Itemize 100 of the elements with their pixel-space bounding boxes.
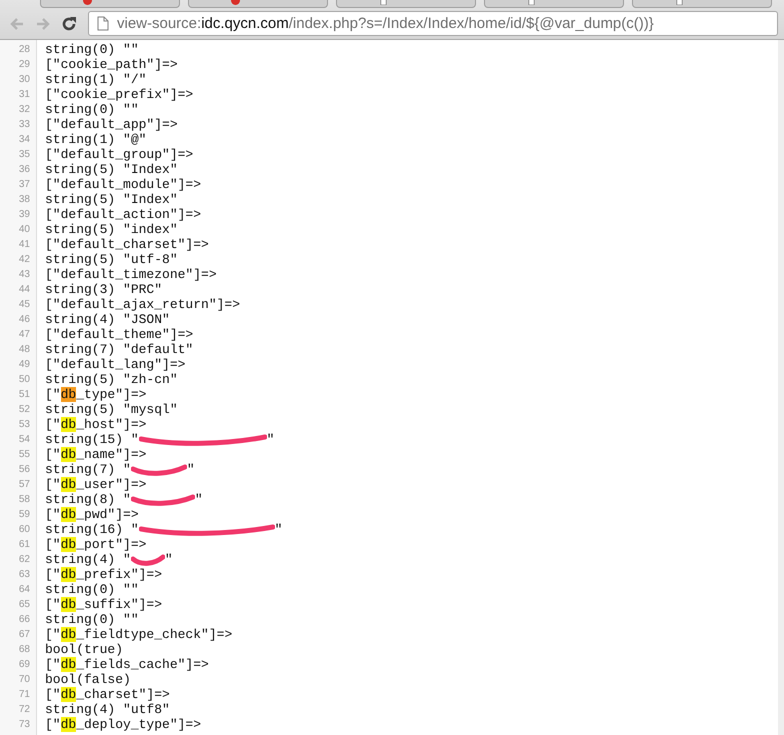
line-number: 57 <box>18 479 30 490</box>
line-number: 39 <box>18 209 30 220</box>
line-number: 51 <box>18 389 30 400</box>
code-line: string(4) "JSON" <box>45 312 170 327</box>
code-text: string(8) " <box>45 492 131 507</box>
line-number: 69 <box>18 659 30 670</box>
line-number: 67 <box>18 629 30 640</box>
redaction-scribble <box>130 553 165 566</box>
line-number: 41 <box>18 239 30 250</box>
code-line: ["db_port"]=> <box>45 537 146 552</box>
line-number: 46 <box>18 314 30 325</box>
code-text: string(15) " <box>45 432 139 447</box>
line-number: 48 <box>18 344 30 355</box>
line-number: 59 <box>18 509 30 520</box>
browser-tab[interactable] <box>632 0 772 8</box>
code-line: ["db_user"]=> <box>45 477 146 492</box>
url-text: view-source:idc.qycn.com/index.php?s=/Index/Index/home/id/${@var_dump(c())} <box>117 15 654 32</box>
code-line: string(5) "Index" <box>45 162 178 177</box>
code-line: string(1) "@" <box>45 132 146 147</box>
code-line: ["cookie_path"]=> <box>45 57 178 72</box>
code-text: string(16) " <box>45 522 139 537</box>
line-number: 55 <box>18 449 30 460</box>
line-number: 45 <box>18 299 30 310</box>
line-number: 65 <box>18 599 30 610</box>
code-line: ["db_prefix"]=> <box>45 567 162 582</box>
line-number: 30 <box>18 74 30 85</box>
line-number: 29 <box>18 59 30 70</box>
redaction-scribble <box>130 493 195 506</box>
line-number: 32 <box>18 104 30 115</box>
line-number: 73 <box>18 719 30 730</box>
code-line: string(0) "" <box>45 612 139 627</box>
line-number: 47 <box>18 329 30 340</box>
line-number: 54 <box>18 434 30 445</box>
code-line: ["cookie_prefix"]=> <box>45 87 194 102</box>
code-line: string(0) "" <box>45 582 139 597</box>
line-number: 38 <box>18 194 30 205</box>
code-line: string(5) "index" <box>45 222 178 237</box>
line-number: 53 <box>18 419 30 430</box>
code-line: ["db_host"]=> <box>45 417 146 432</box>
code-line: ["db_type"]=> <box>45 387 146 402</box>
code-text: string(4) " <box>45 552 131 567</box>
line-number: 72 <box>18 704 30 715</box>
line-number: 52 <box>18 404 30 415</box>
code-line: ["db_fields_cache"]=> <box>45 657 209 672</box>
code-text: " <box>164 552 173 567</box>
code-line: string(4) "utf8" <box>45 702 170 717</box>
code-line: string(7) "default" <box>45 342 194 357</box>
code-text: " <box>266 432 274 447</box>
code-line: ["default_theme"]=> <box>45 327 194 342</box>
line-number: 34 <box>18 134 30 145</box>
page-icon <box>97 16 109 31</box>
line-number: 70 <box>18 674 30 685</box>
line-number: 71 <box>18 689 30 700</box>
line-number: 63 <box>18 569 30 580</box>
code-line: ["default_ajax_return"]=> <box>45 297 240 312</box>
code-line: ["db_deploy_type"]=> <box>45 717 202 732</box>
code-line: bool(true) <box>45 642 124 657</box>
line-number: 68 <box>18 644 30 655</box>
code-text: " <box>186 462 195 477</box>
code-line: ["default_module"]=> <box>45 177 202 192</box>
code-line: ["default_action"]=> <box>45 207 202 222</box>
line-number: 56 <box>18 464 30 475</box>
code-line: ["default_charset"]=> <box>45 237 209 252</box>
line-number: 58 <box>18 494 30 505</box>
reload-icon <box>60 14 78 32</box>
browser-tab[interactable] <box>40 0 180 8</box>
code-line: ["db_pwd"]=> <box>45 507 139 522</box>
code-line: ["default_group"]=> <box>45 147 194 162</box>
line-number: 36 <box>18 164 30 175</box>
line-number: 40 <box>18 224 30 235</box>
address-bar[interactable]: view-source:idc.qycn.com/index.php?s=/Index/Index/home/id/${@var_dump(c())} <box>88 11 778 36</box>
code-line: ["db_charset"]=> <box>45 687 170 702</box>
code-line: ["default_timezone"]=> <box>45 267 217 282</box>
line-number: 31 <box>18 89 30 100</box>
line-number: 37 <box>18 179 30 190</box>
line-number: 33 <box>18 119 30 130</box>
code-line: bool(false) <box>45 672 131 687</box>
line-number: 42 <box>18 254 30 265</box>
code-line: ["db_suffix"]=> <box>45 597 162 612</box>
code-line: ["default_app"]=> <box>45 117 178 132</box>
code-text: " <box>194 492 203 507</box>
line-number: 64 <box>18 584 30 595</box>
line-number: 66 <box>18 614 30 625</box>
line-number: 61 <box>18 539 30 550</box>
code-line: string(5) "utf-8" <box>45 252 178 267</box>
line-number: 60 <box>18 524 30 535</box>
browser-tab[interactable] <box>336 0 476 8</box>
browser-tab[interactable] <box>188 0 328 8</box>
code-line: ["default_lang"]=> <box>45 357 186 372</box>
code-line: string(5) "Index" <box>45 192 178 207</box>
browser-tab[interactable] <box>484 0 624 8</box>
code-text: string(7) " <box>45 462 131 477</box>
line-number: 62 <box>18 554 30 565</box>
code-line: string(0) "" <box>45 42 139 57</box>
line-number: 43 <box>18 269 30 280</box>
code-line: ["db_fieldtype_check"]=> <box>45 627 232 642</box>
code-line: string(5) "mysql" <box>45 402 178 417</box>
code-line: string(5) "zh-cn" <box>45 372 178 387</box>
code-line: ["db_name"]=> <box>45 447 146 462</box>
line-number: 35 <box>18 149 30 160</box>
